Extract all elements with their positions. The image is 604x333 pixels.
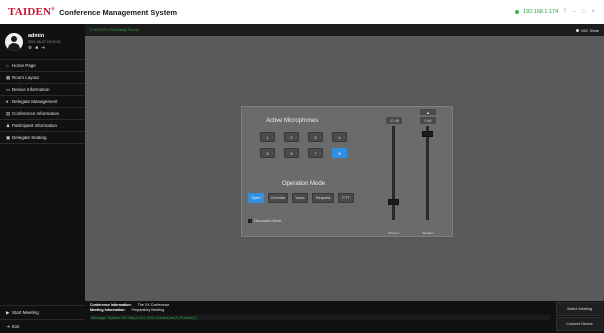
gear-icon[interactable]: ⚙ (28, 45, 33, 50)
brand-logo: TAIDEN® (8, 6, 56, 18)
mode-ptt-button[interactable]: PTT (338, 193, 354, 203)
app-header: TAIDEN® Conference Management System 192… (0, 0, 604, 24)
lock-icon[interactable]: ■ (35, 45, 39, 50)
sidebar-item-label: Device Information (12, 87, 50, 92)
minimize-icon[interactable]: – (572, 9, 577, 15)
mic-count-5[interactable]: 5 (260, 148, 275, 158)
preset-slider-value: -12 dB (386, 117, 402, 124)
exit-button[interactable]: ⇥ Exit (0, 319, 85, 333)
mic-count-3[interactable]: 3 (308, 132, 323, 142)
sidebar-item-label: Delegate Management (12, 99, 58, 104)
right-actions: Select Meeting Connect Device (555, 301, 604, 333)
user-name: admin (28, 32, 45, 39)
speaker-slider-handle[interactable] (422, 131, 433, 137)
speaker-slider-track[interactable] (426, 126, 429, 220)
meeting-name: Preparatory Meeting (131, 308, 165, 312)
mode-override-button[interactable]: Override (268, 193, 288, 203)
select-meeting-button[interactable]: Select Meeting (556, 302, 603, 316)
mic-icon (576, 28, 580, 32)
mic-state-button[interactable]: MIC State (576, 28, 599, 33)
server-ip: 192.168.1.174 (522, 9, 559, 15)
volume-up-button[interactable]: ▲ (420, 109, 436, 115)
maximize-icon[interactable]: □ (581, 9, 587, 15)
connection-status-icon (514, 10, 519, 14)
mic-count-2[interactable]: 2 (284, 132, 299, 142)
start-meeting-button[interactable]: ▶ Start Meeting (0, 305, 85, 319)
sidebar-item-label: Participant Information (12, 123, 58, 128)
mic-count-8[interactable]: 8 (332, 148, 347, 158)
checkbox-box[interactable] (248, 219, 252, 223)
mode-open-button[interactable]: Open (248, 193, 264, 203)
mode-request-button[interactable]: Request (312, 193, 334, 203)
sidebar-item-label: Room Layout (12, 75, 39, 80)
sidebar-item-delegate-management[interactable]: ♦ Delegate Management (0, 96, 85, 108)
speaker-slider-value: 0 dB (420, 117, 436, 124)
sidebar-item-home-page[interactable]: ⌂ Home Page (0, 60, 85, 72)
sidebar-item-label: Delegate Seating (12, 135, 47, 140)
preset-slider-track[interactable] (392, 126, 395, 220)
close-icon[interactable]: × (590, 9, 596, 15)
speaker-slider[interactable]: ▲ 0 dB Speaker (418, 109, 438, 235)
preset-slider[interactable]: -12 dB Preset 1 (384, 117, 404, 235)
active-microphones-title: Active Microphones (266, 118, 319, 124)
preset-slider-label: Preset 1 (388, 231, 400, 235)
sidebar-item-device-information[interactable]: ▭ Device Information (0, 84, 85, 96)
mic-count-7[interactable]: 7 (308, 148, 323, 158)
status-message: Message: System: 001 Mic(1) 001 (001) Co… (90, 315, 550, 320)
operation-mode-title: Operation Mode (282, 181, 326, 187)
status-bar: Conference Information: The XX Conferenc… (85, 301, 555, 333)
mic-count-4[interactable]: 4 (332, 132, 347, 142)
sidebar-item-participant-information[interactable]: ♟ Participant Information (0, 120, 85, 132)
microphone-control-panel: Active Microphones 1 2 3 4 5 6 7 8 Opera… (241, 106, 453, 237)
main-topbar: C:\CCS\TLCIS\Unit(s) Found MIC State (85, 24, 604, 36)
speaker-slider-label: Speaker (422, 231, 434, 235)
mode-voice-button[interactable]: Voice (292, 193, 308, 203)
help-icon[interactable]: ? (562, 9, 567, 15)
power-icon[interactable]: ➜ (41, 45, 46, 50)
sidebar-item-room-layout[interactable]: ▦ Room Layout (0, 72, 85, 84)
sidebar-item-delegate-seating[interactable]: ▣ Delegate Seating (0, 132, 85, 144)
avatar (5, 32, 23, 51)
sidebar-item-label: Conference Information (12, 111, 60, 116)
device-notice: C:\CCS\TLCIS\Unit(s) Found (90, 28, 139, 32)
user-card: admin 2021-06-07 15:02:15 ⚙ ■ ➜ (0, 24, 85, 60)
discussion-mode-checkbox[interactable]: Discussion Mode (248, 219, 281, 223)
header-right: 192.168.1.174 ? – □ × (514, 9, 596, 15)
connect-device-button[interactable]: Connect Device (556, 317, 603, 331)
sidebar-item-conference-information[interactable]: ▤ Conference Information (0, 108, 85, 120)
sidebar-item-label: Home Page (12, 63, 36, 68)
mic-count-1[interactable]: 1 (260, 132, 275, 142)
app-title: Conference Management System (59, 7, 178, 17)
user-datetime: 2021-06-07 15:02:15 (28, 39, 61, 44)
preset-slider-handle[interactable] (388, 199, 399, 205)
sidebar: admin 2021-06-07 15:02:15 ⚙ ■ ➜ ⌂ Home P… (0, 24, 85, 333)
mic-count-6[interactable]: 6 (284, 148, 299, 158)
meeting-info-row: Meeting Information: Preparatory Meeting (90, 308, 165, 312)
